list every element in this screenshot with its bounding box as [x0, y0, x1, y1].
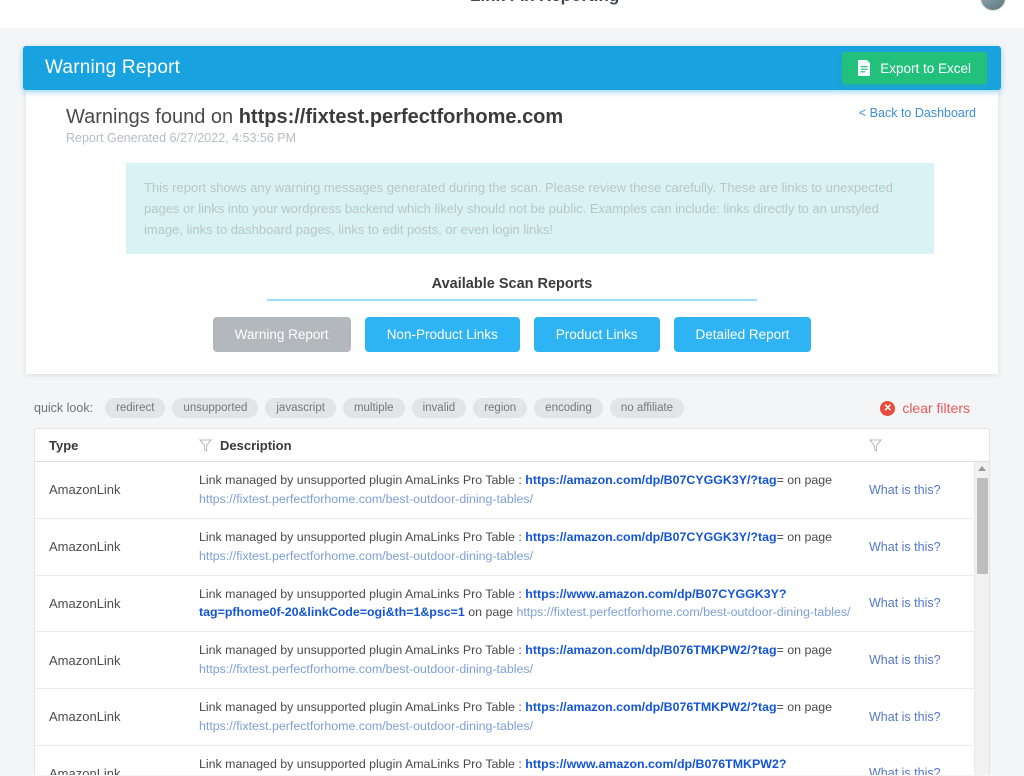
amazon-link[interactable]: https://amazon.com/dp/B076TMKPW2/?tag: [525, 700, 776, 714]
filter-chip-multiple[interactable]: multiple: [342, 398, 405, 419]
filter-chip-unsupported[interactable]: unsupported: [172, 398, 259, 419]
column-header-type[interactable]: Type: [49, 438, 199, 453]
description-prefix: Link managed by unsupported plugin AmaLi…: [199, 586, 526, 601]
cell-action: What is this?: [869, 651, 989, 669]
cell-action: What is this?: [869, 481, 989, 499]
quick-look-filter-row: quick look: redirect unsupported javascr…: [18, 374, 1006, 420]
description-prefix: Link managed by unsupported plugin AmaLi…: [199, 699, 526, 714]
page-url-link[interactable]: https://fixtest.perfectforhome.com/best-…: [199, 549, 533, 563]
quick-look-label: quick look:: [34, 401, 94, 416]
cell-description: Link managed by unsupported plugin AmaLi…: [199, 641, 869, 679]
report-headline-prefix: Warnings found on: [66, 106, 239, 128]
cell-type: AmazonLink: [49, 652, 121, 668]
warnings-table: Type Description AmazonLink Link managed …: [34, 428, 990, 776]
export-to-excel-label: Export to Excel: [880, 60, 971, 76]
table-body: AmazonLink Link managed by unsupported pl…: [35, 462, 989, 775]
table-row[interactable]: AmazonLink Link managed by unsupported pl…: [35, 689, 989, 746]
close-icon: ✕: [880, 400, 896, 416]
cell-type: AmazonLink: [49, 482, 121, 498]
report-generated-timestamp: Report Generated 6/27/2022, 4:53:56 PM: [66, 131, 297, 145]
description-mid: on page: [464, 605, 517, 620]
filter-funnel-icon-description[interactable]: [868, 439, 883, 452]
description-prefix: Link managed by unsupported plugin AmaLi…: [199, 756, 526, 771]
description-mid: = on page: [776, 643, 833, 658]
cell-action: What is this?: [869, 764, 989, 775]
what-is-this-link[interactable]: What is this?: [869, 540, 941, 554]
column-header-description[interactable]: Description: [198, 437, 869, 453]
available-scan-reports-title: Available Scan Reports: [431, 276, 593, 293]
filter-chip-encoding[interactable]: encoding: [534, 398, 603, 419]
page-url-link[interactable]: https://fixtest.perfectforhome.com/best-…: [199, 492, 533, 506]
tab-product-links[interactable]: Product Links: [533, 317, 660, 353]
back-to-dashboard-link[interactable]: < Back to Dashboard: [859, 106, 976, 120]
table-row[interactable]: AmazonLink Link managed by unsupported pl…: [35, 632, 989, 689]
tab-warning-report[interactable]: Warning Report: [212, 317, 351, 353]
what-is-this-link[interactable]: What is this?: [869, 766, 941, 775]
amazon-link[interactable]: https://amazon.com/dp/B076TMKPW2/?tag: [525, 643, 776, 657]
cell-type: AmazonLink: [49, 539, 121, 555]
column-header-action[interactable]: [868, 439, 989, 452]
filter-chip-region[interactable]: region: [473, 398, 528, 419]
page-title: Warning Report: [45, 57, 181, 78]
what-is-this-link[interactable]: What is this?: [869, 596, 941, 610]
section-divider: [267, 299, 757, 302]
clear-filters-label: clear filters: [902, 400, 970, 417]
cell-type: AmazonLink: [49, 709, 121, 725]
app-topbar: Link Fix Reporting: [0, 0, 1024, 28]
available-scan-reports-section: Available Scan Reports Warning Report No…: [48, 254, 976, 353]
table-vertical-scrollbar[interactable]: [974, 462, 989, 776]
report-headline: Warnings found on https://fixtest.perfec…: [48, 106, 976, 129]
page-root: Warning Report Export to Excel < Back to…: [0, 28, 1024, 776]
cell-action: What is this?: [869, 708, 989, 726]
tab-detailed-report[interactable]: Detailed Report: [673, 317, 812, 353]
column-header-description-label: Description: [220, 437, 292, 453]
table-row[interactable]: AmazonLink Link managed by unsupported pl…: [35, 746, 989, 776]
table-header-row: Type Description: [35, 429, 989, 463]
description-mid: = on page: [776, 529, 833, 544]
table-row[interactable]: AmazonLink Link managed by unsupported pl…: [35, 519, 989, 576]
filter-chip-javascript[interactable]: javascript: [265, 398, 336, 419]
cell-description: Link managed by unsupported plugin AmaLi…: [199, 698, 869, 736]
filter-funnel-icon-type[interactable]: [198, 439, 213, 452]
cell-action: What is this?: [869, 594, 989, 612]
what-is-this-link[interactable]: What is this?: [869, 483, 941, 497]
cell-description: Link managed by unsupported plugin AmaLi…: [199, 528, 869, 566]
table-row[interactable]: AmazonLink Link managed by unsupported pl…: [35, 576, 989, 633]
description-mid: = on page: [776, 473, 833, 488]
page-url-link[interactable]: https://fixtest.perfectforhome.com/best-…: [516, 605, 850, 619]
report-info-box: This report shows any warning messages g…: [126, 163, 934, 255]
cell-description: Link managed by unsupported plugin AmaLi…: [199, 585, 869, 623]
app-title: Link Fix Reporting: [470, 0, 619, 6]
page-url-link[interactable]: https://fixtest.perfectforhome.com/best-…: [199, 662, 533, 676]
excel-document-icon: [858, 60, 871, 76]
description-prefix: Link managed by unsupported plugin AmaLi…: [199, 473, 526, 488]
filter-chip-invalid[interactable]: invalid: [411, 398, 467, 419]
scroll-up-arrow-icon[interactable]: [978, 466, 986, 472]
what-is-this-link[interactable]: What is this?: [869, 710, 941, 724]
amazon-link[interactable]: https://amazon.com/dp/B07CYGGK3Y/?tag: [525, 530, 776, 544]
scrollbar-thumb[interactable]: [977, 478, 988, 575]
user-avatar[interactable]: [980, 0, 1006, 11]
report-site-url: https://fixtest.perfectforhome.com: [238, 106, 564, 128]
cell-type: AmazonLink: [49, 765, 121, 776]
cell-type: AmazonLink: [49, 595, 121, 611]
cell-description: Link managed by unsupported plugin AmaLi…: [199, 755, 869, 776]
cell-action: What is this?: [869, 538, 989, 556]
report-header-bar: Warning Report Export to Excel: [23, 46, 1001, 90]
amazon-link[interactable]: https://amazon.com/dp/B07CYGGK3Y/?tag: [525, 473, 776, 487]
report-summary-card: < Back to Dashboard Warnings found on ht…: [26, 72, 998, 375]
table-row[interactable]: AmazonLink Link managed by unsupported pl…: [35, 462, 989, 519]
what-is-this-link[interactable]: What is this?: [869, 653, 941, 667]
description-prefix: Link managed by unsupported plugin AmaLi…: [199, 643, 526, 658]
description-mid: = on page: [776, 699, 833, 714]
filter-chip-no-affiliate[interactable]: no affiliate: [609, 398, 685, 419]
filter-chip-redirect[interactable]: redirect: [105, 398, 166, 419]
scan-report-tabs: Warning Report Non-Product Links Product…: [48, 317, 976, 353]
cell-description: Link managed by unsupported plugin AmaLi…: [199, 471, 869, 509]
clear-filters-button[interactable]: ✕ clear filters: [880, 400, 970, 416]
export-to-excel-button[interactable]: Export to Excel: [842, 52, 987, 84]
description-prefix: Link managed by unsupported plugin AmaLi…: [199, 529, 526, 544]
page-url-link[interactable]: https://fixtest.perfectforhome.com/best-…: [199, 719, 533, 733]
tab-non-product-links[interactable]: Non-Product Links: [364, 317, 520, 353]
